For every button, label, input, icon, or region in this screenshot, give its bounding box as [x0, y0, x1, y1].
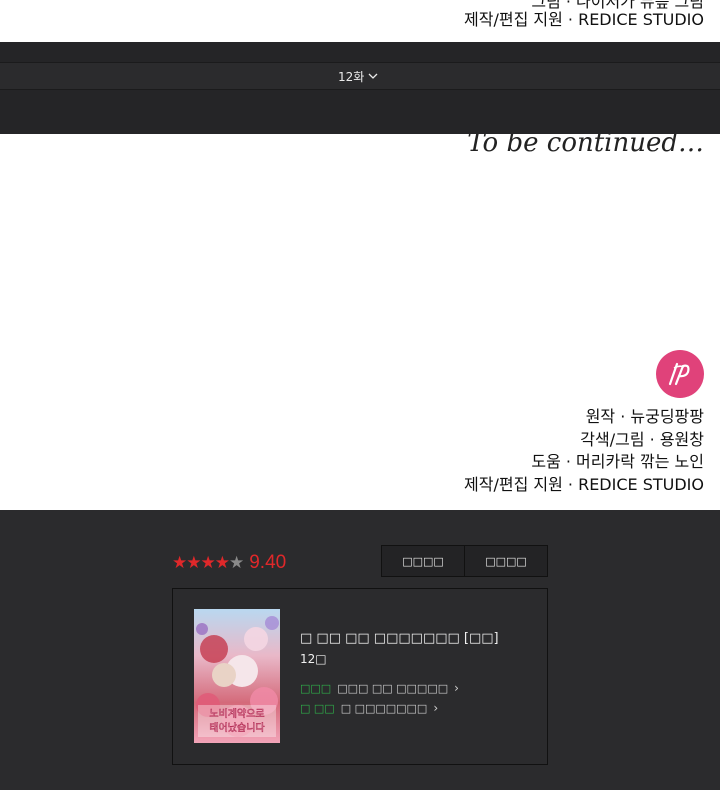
credit-studio: 제작/편집 지원 · REDICE STUDIO [464, 474, 704, 494]
series-cover-image: 노비계약으로 태어났습니다 [194, 609, 280, 743]
studio-logo-mark [668, 362, 690, 386]
chevron-right-icon: › [433, 701, 439, 715]
series-link-2-tag: □ □□ [300, 701, 335, 715]
chevron-down-icon [368, 73, 378, 79]
rating-stars[interactable]: ★★★★★ [172, 553, 244, 573]
series-episode-number: 12□ [300, 652, 327, 666]
comic-panel-top: 그림 · 나이저가 뮤릎 그림 제작/편집 지원 · REDICE STUDIO [0, 0, 720, 42]
series-cover-thumbnail[interactable]: 노비계약으로 태어났습니다 [194, 609, 280, 743]
rating-score: 9.40 [249, 552, 287, 573]
credit-original: 원작 · 뉴궁딩팡팡 [585, 407, 704, 426]
series-link-2-text: □ □□□□□□□ [340, 701, 428, 715]
rating: ★★★★★ 9.40 [172, 552, 286, 574]
series-link-1-text: □□□ □□ □□□□□ [337, 681, 449, 695]
credit-assist: 도움 · 머리카락 깎는 노인 [531, 452, 704, 471]
studio-logo [656, 350, 704, 398]
series-link-2[interactable]: □ □□ □ □□□□□□□ › [300, 701, 438, 715]
series-link-1-tag: □□□ [300, 681, 332, 695]
action-button-1[interactable]: □□□□ [381, 545, 465, 577]
chevron-right-icon: › [454, 681, 459, 695]
action-button-2[interactable]: □□□□ [464, 545, 548, 577]
comic-panel-end: To be continued… 원작 · 뉴궁딩팡팡 각색/그림 · 용원창 … [0, 134, 720, 510]
episode-info-area: ★★★★★ 9.40 □□□□ □□□□ 노비계약으로 태어났습니다 □ □□ … [0, 510, 720, 790]
star-icons-full: ★★★★ [172, 553, 230, 573]
credit-studio: 제작/편집 지원 · REDICE STUDIO [464, 10, 704, 29]
comic-credits: 원작 · 뉴궁딩팡팡 각색/그림 · 용원창 도움 · 머리카락 깎는 노인 제… [464, 406, 704, 496]
credit-art: 각색/그림 · 용원창 [580, 429, 704, 449]
cover-title-art: 노비계약으로 [209, 708, 264, 720]
episode-dropdown[interactable]: 12화 [338, 66, 378, 86]
action-buttons: □□□□ □□□□ [381, 545, 548, 577]
star-icon-partial: ★ [228, 553, 244, 573]
series-link-1[interactable]: □□□ □□□ □□ □□□□□ › [300, 681, 459, 695]
series-card: 노비계약으로 태어났습니다 □ □□ □□ □□□□□□□ [□□] 12□ □… [172, 588, 548, 765]
episode-nav-bar: 12화 [0, 42, 720, 134]
series-title[interactable]: □ □□ □□ □□□□□□□ [□□] [300, 631, 499, 646]
episode-nav-row: 12화 [0, 62, 720, 90]
cover-title-art-2: 태어났습니다 [209, 722, 264, 734]
to-be-continued-text: To be continued… [467, 134, 704, 158]
episode-dropdown-label: 12화 [338, 69, 365, 84]
